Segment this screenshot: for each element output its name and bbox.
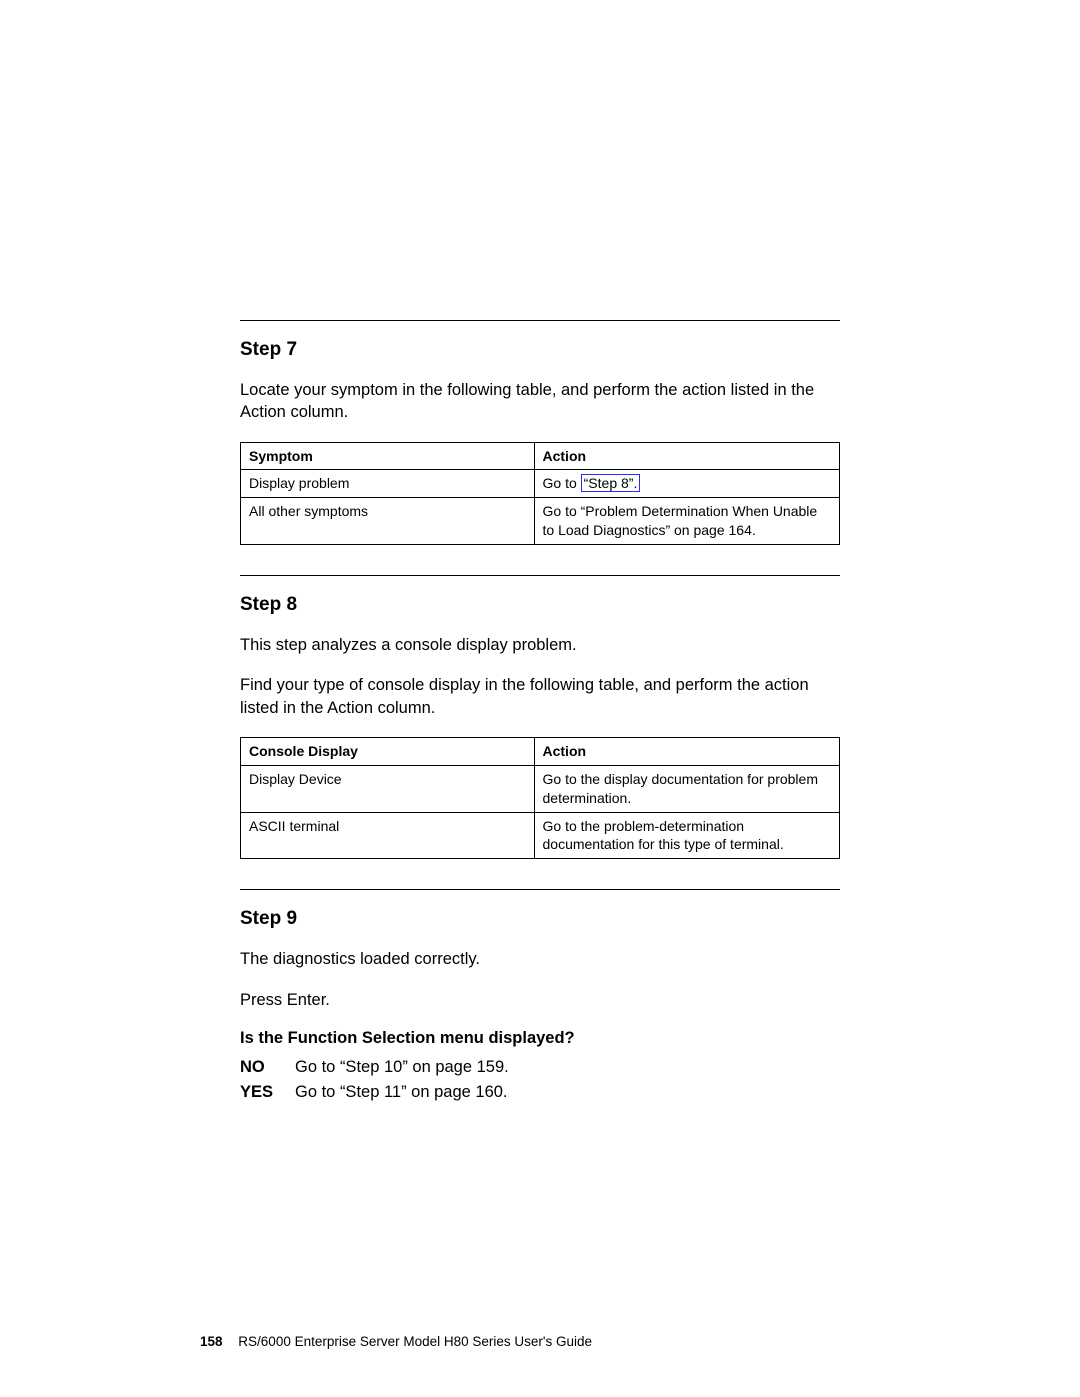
cell-action: Go to the display documentation for prob… [534,765,840,812]
step8-p2: Find your type of console display in the… [240,674,840,719]
col-action: Action [534,442,840,470]
divider [240,575,840,576]
divider [240,320,840,321]
col-symptom: Symptom [241,442,535,470]
step8-heading: Step 8 [240,594,840,616]
table-header-row: Symptom Action [241,442,840,470]
col-console-display: Console Display [241,737,535,765]
cell-symptom: Display problem [241,470,535,498]
table-row: All other symptoms Go to “Problem Determ… [241,498,840,545]
page-footer: 158 RS/6000 Enterprise Server Model H80 … [200,1334,592,1349]
cell-action: Go to “Problem Determination When Unable… [534,498,840,545]
table-header-row: Console Display Action [241,737,840,765]
document-page: Step 7 Locate your symptom in the follow… [0,0,1080,1397]
step9-p1: The diagnostics loaded correctly. [240,948,840,970]
footer-title: RS/6000 Enterprise Server Model H80 Seri… [238,1334,592,1349]
table-row: Display Device Go to the display documen… [241,765,840,812]
step9-question: Is the Function Selection menu displayed… [240,1029,840,1048]
cell-action: Go to “Step 8”. [534,470,840,498]
col-action: Action [534,737,840,765]
divider [240,889,840,890]
answer-yes-row: YES Go to “Step 11” on page 160. [240,1083,840,1102]
step8-link[interactable]: “Step 8”. [581,474,641,492]
step8-p1: This step analyzes a console display pro… [240,634,840,656]
step7-heading: Step 7 [240,339,840,361]
table-row: Display problem Go to “Step 8”. [241,470,840,498]
step7-table: Symptom Action Display problem Go to “St… [240,442,840,546]
page-number: 158 [200,1334,223,1349]
cell-action: Go to the problem-determination document… [534,812,840,859]
step9-p2: Press Enter. [240,989,840,1011]
answer-yes-label: YES [240,1083,295,1102]
answer-no-row: NO Go to “Step 10” on page 159. [240,1058,840,1077]
cell-console: Display Device [241,765,535,812]
answer-no-text: Go to “Step 10” on page 159. [295,1058,509,1077]
answer-yes-text: Go to “Step 11” on page 160. [295,1083,508,1102]
cell-symptom: All other symptoms [241,498,535,545]
cell-action-prefix: Go to [543,475,581,491]
table-row: ASCII terminal Go to the problem-determi… [241,812,840,859]
cell-console: ASCII terminal [241,812,535,859]
content-area: Step 7 Locate your symptom in the follow… [240,320,840,1102]
step7-intro: Locate your symptom in the following tab… [240,379,840,424]
step8-table: Console Display Action Display Device Go… [240,737,840,859]
step9-heading: Step 9 [240,908,840,930]
answer-no-label: NO [240,1058,295,1077]
